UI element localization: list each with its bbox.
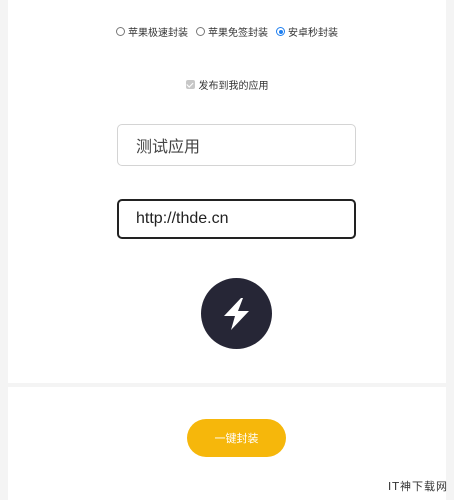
app-url-value: http://thde.cn (136, 210, 229, 227)
radio-option-android[interactable]: 安卓秒封装 (276, 24, 338, 39)
watermark-logo: IT神下载网 (388, 480, 448, 493)
one-click-pack-button[interactable]: 一键封装 (187, 419, 286, 457)
app-icon-upload[interactable] (201, 278, 272, 349)
publish-checkbox-label: 发布到我的应用 (198, 81, 269, 92)
app-name-input[interactable]: 测试应用 (117, 124, 356, 166)
pack-type-radio-group: 苹果极速封装 苹果免签封装 安卓秒封装 (0, 24, 454, 39)
radio-label: 安卓秒封装 (288, 28, 338, 39)
radio-label: 苹果极速封装 (128, 28, 188, 39)
radio-label: 苹果免签封装 (208, 28, 268, 39)
radio-button-selected[interactable] (276, 27, 285, 36)
radio-button[interactable] (116, 27, 125, 36)
page: 苹果极速封装 苹果免签封装 安卓秒封装 发布到我的应用 测试应用 http://… (0, 0, 454, 500)
radio-option-ios-fast[interactable]: 苹果极速封装 (116, 24, 188, 39)
publish-checkbox-row[interactable]: 发布到我的应用 (0, 77, 454, 92)
publish-checkbox[interactable] (185, 80, 195, 89)
radio-option-ios-nosign[interactable]: 苹果免签封装 (196, 24, 268, 39)
radio-button[interactable] (196, 27, 205, 36)
app-name-value: 测试应用 (136, 137, 201, 156)
app-url-input[interactable]: http://thde.cn (117, 199, 356, 239)
lightning-icon (223, 297, 249, 330)
